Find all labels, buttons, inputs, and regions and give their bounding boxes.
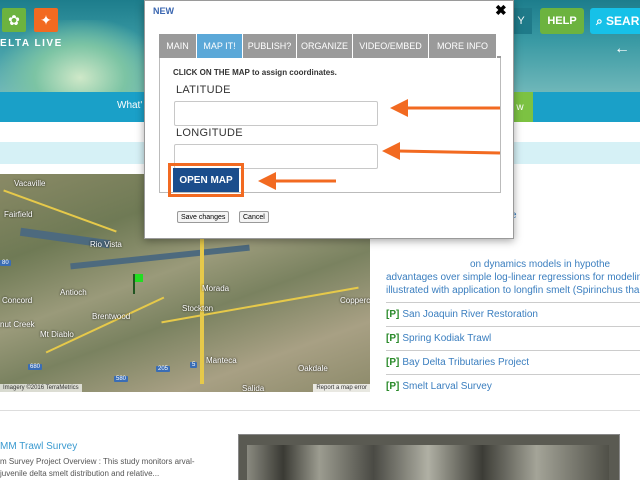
- project-title-link[interactable]: MM Trawl Survey: [0, 441, 77, 452]
- map-label: Brentwood: [92, 312, 131, 321]
- list-item[interactable]: [P] Bay Delta Tributaries Project: [386, 350, 640, 374]
- tab-main[interactable]: MAIN: [159, 34, 197, 58]
- project-description: m Survey Project Overview : This study m…: [0, 457, 195, 478]
- latitude-arrow-icon: [390, 99, 500, 117]
- help-button[interactable]: HELP: [540, 8, 584, 34]
- list-item[interactable]: [P] San Joaquin River Restoration: [386, 302, 640, 326]
- map-label: Mt Diablo: [40, 330, 74, 339]
- list-item-label[interactable]: San Joaquin River Restoration: [402, 309, 538, 320]
- tab-video-embed[interactable]: VIDEO/EMBED: [353, 34, 429, 58]
- map-label: Antioch: [60, 288, 87, 297]
- list-item-label[interactable]: Bay Delta Tributaries Project: [402, 357, 529, 368]
- highway-shield: 580: [114, 376, 129, 382]
- list-item[interactable]: [P] Spring Kodiak Trawl: [386, 326, 640, 350]
- map-imagery-credit: Imagery ©2016 TerraMetrics: [0, 384, 82, 392]
- longitude-arrow-icon: [382, 142, 501, 160]
- open-map-button[interactable]: OPEN MAP: [173, 168, 239, 192]
- map-label: Fairfield: [4, 210, 33, 219]
- map-label: Copperc: [340, 296, 370, 305]
- map-label: Salida: [242, 384, 265, 392]
- tab-more-info[interactable]: MORE INFO: [429, 34, 497, 58]
- project-photo[interactable]: [238, 434, 620, 480]
- map-marker-flag-icon[interactable]: [133, 274, 143, 294]
- result-description: on dynamics models in hypothe advantages…: [386, 258, 640, 297]
- open-map-arrow-icon: [258, 172, 336, 190]
- tab-map-it[interactable]: MAP IT!: [197, 34, 243, 58]
- longitude-label: LONGITUDE: [176, 127, 243, 139]
- highway-shield: 80: [0, 260, 11, 266]
- logo-leaf-icon[interactable]: ✿: [2, 8, 26, 32]
- open-map-highlight: OPEN MAP: [168, 163, 244, 197]
- highway-shield: 680: [28, 364, 43, 370]
- latitude-field[interactable]: [174, 101, 378, 126]
- highway-shield: 205: [156, 366, 171, 372]
- section-divider: [0, 410, 640, 411]
- map-label: Vacaville: [14, 179, 46, 188]
- desc-line: illustrated with application to longfin …: [386, 285, 640, 296]
- save-changes-button[interactable]: Save changes: [177, 211, 230, 223]
- desc-line: on dynamics models in hypothe: [470, 259, 611, 270]
- flag-cloth: [135, 274, 143, 282]
- photo-image: [247, 445, 609, 480]
- nav-item-whats-new[interactable]: What': [117, 100, 142, 111]
- list-item[interactable]: [P] Smelt Larval Survey: [386, 374, 640, 398]
- map-label: Stockton: [182, 304, 214, 313]
- map-road: [45, 296, 165, 354]
- map-instruction: CLICK ON THE MAP to assign coordinates.: [173, 68, 337, 77]
- list-item-label[interactable]: Spring Kodiak Trawl: [402, 333, 491, 344]
- map-label: Oakdale: [298, 364, 328, 373]
- map-label: Rio Vista: [90, 240, 122, 249]
- project-tag: [P]: [386, 381, 400, 392]
- map-label: Concord: [2, 296, 33, 305]
- map-road: [200, 214, 204, 384]
- search-button[interactable]: ⌕ SEAR: [590, 8, 640, 34]
- highway-shield: 5: [190, 362, 198, 368]
- project-tag: [P]: [386, 309, 400, 320]
- modal-title: NEW: [153, 6, 174, 16]
- modal-tabs: MAIN MAP IT! PUBLISH? ORGANIZE VIDEO/EMB…: [159, 34, 501, 58]
- map-label: nut Creek: [0, 320, 35, 329]
- desc-line: advantages over simple log-linear regres…: [386, 272, 640, 283]
- tab-organize[interactable]: ORGANIZE: [297, 34, 353, 58]
- back-arrow-icon[interactable]: ←: [614, 40, 630, 58]
- latitude-label: LATITUDE: [176, 84, 231, 96]
- logo-bird-icon[interactable]: ✦: [34, 8, 58, 32]
- list-item-label[interactable]: Smelt Larval Survey: [402, 381, 491, 392]
- close-icon[interactable]: ✖: [495, 2, 507, 19]
- project-tag: [P]: [386, 357, 400, 368]
- report-map-error-link[interactable]: Report a map error: [313, 384, 370, 392]
- project-tag: [P]: [386, 333, 400, 344]
- map-label: Manteca: [206, 356, 237, 365]
- cancel-button[interactable]: Cancel: [239, 211, 269, 223]
- map-label: Morada: [202, 284, 230, 293]
- tab-publish[interactable]: PUBLISH?: [243, 34, 297, 58]
- logo-text[interactable]: ELTA LIVE: [0, 38, 63, 49]
